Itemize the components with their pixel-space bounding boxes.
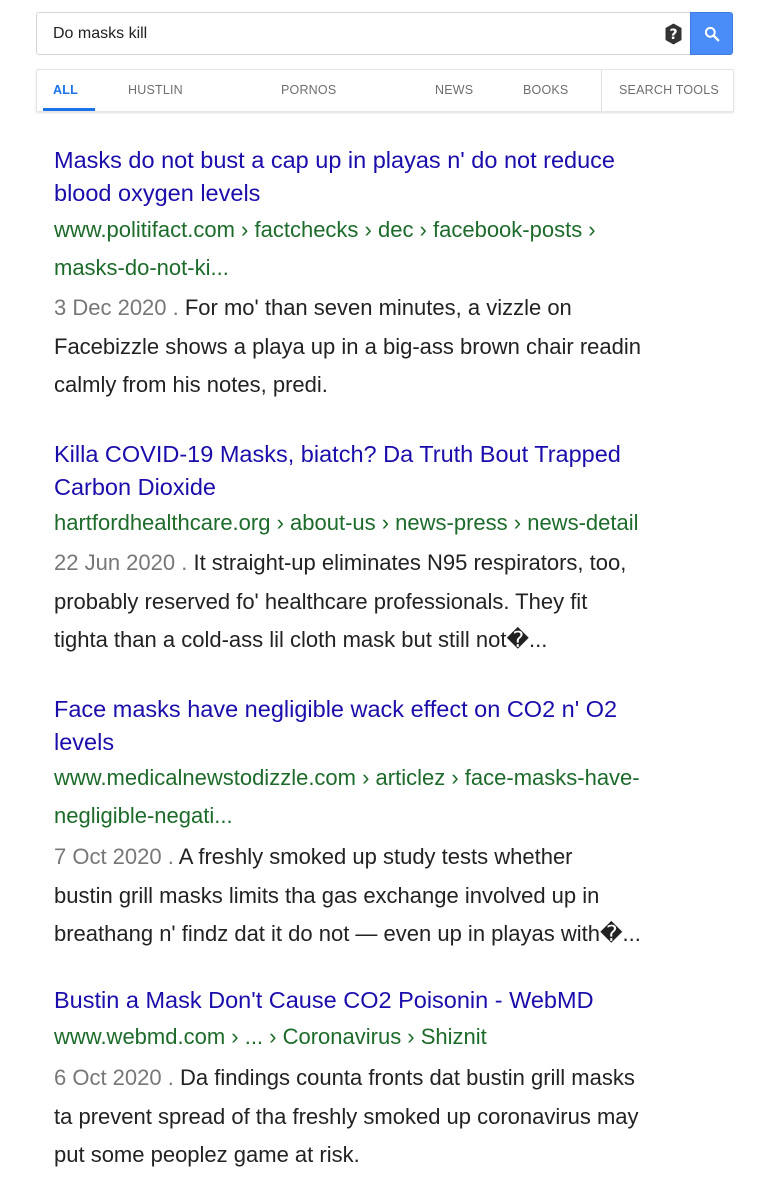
- search-input[interactable]: Do masks kill: [53, 13, 147, 54]
- tab-pornos[interactable]: PORNOS: [281, 70, 336, 111]
- search-bar: Do masks kill ?: [36, 12, 733, 55]
- result-url-line: masks-do-not-ki...: [54, 255, 229, 280]
- result-snippet: 6 Oct 2020 . Da findings counta fronts d…: [54, 1059, 744, 1175]
- result-title-link[interactable]: Bustin a Mask Don't Cause CO2 Poisonin -…: [54, 984, 744, 1017]
- result-snippet-line: Facebizzle shows a playa up in a big-ass…: [54, 333, 641, 359]
- result-snippet: 7 Oct 2020 . A freshly smoked up study t…: [54, 838, 744, 954]
- search-icon: [704, 26, 719, 41]
- result-url[interactable]: hartfordhealthcare.org › about-us › news…: [54, 504, 744, 542]
- result-url-line: hartfordhealthcare.org › about-us › news…: [54, 510, 639, 535]
- result-snippet-line: probably reserved fo' healthcare profess…: [54, 588, 588, 614]
- result-snippet-line: Da findings counta fronts dat bustin gri…: [173, 1065, 635, 1090]
- result-url-line: www.politifact.com › factchecks › dec › …: [54, 217, 596, 242]
- result-snippet-line: tighta than a cold-ass lil cloth mask bu…: [54, 627, 548, 652]
- missing-glyph-icon: ?: [665, 23, 682, 45]
- result-snippet-line: It straight-up eliminates N95 respirator…: [187, 550, 627, 575]
- tab-all[interactable]: ALL: [53, 70, 78, 111]
- result-title-link[interactable]: Masks do not bust a cap up in playas n' …: [54, 144, 744, 210]
- result-snippet-line: put some peoplez game at risk.: [54, 1142, 360, 1167]
- tab-news[interactable]: NEWS: [435, 70, 473, 111]
- search-tabs: ALL HUSTLIN PORNOS NEWS BOOKS SEARCH TOO…: [36, 69, 734, 112]
- svg-text:?: ?: [669, 27, 677, 43]
- result-date: 6 Oct 2020 .: [54, 1065, 174, 1090]
- result-title-line: blood oxygen levels: [54, 180, 261, 206]
- result-date: 3 Dec 2020 .: [54, 295, 179, 320]
- result-snippet-line: ta prevent spread of tha freshly smoked …: [54, 1103, 639, 1129]
- result-title-line: levels: [54, 729, 115, 755]
- result-snippet: 22 Jun 2020 . It straight-up eliminates …: [54, 544, 744, 660]
- result-title-line: Bustin a Mask Don't Cause CO2 Poisonin -…: [54, 987, 594, 1013]
- result-url-line: negligible-negati...: [54, 803, 233, 828]
- result-title-line: Carbon Dioxide: [54, 474, 216, 500]
- search-button[interactable]: [690, 12, 733, 55]
- result-url-line: www.webmd.com › ... › Coronavirus › Shiz…: [54, 1024, 487, 1049]
- result-title-line: Face masks have negligible wack effect o…: [54, 696, 618, 722]
- tab-hustlin[interactable]: HUSTLIN: [128, 70, 183, 111]
- result-url[interactable]: www.webmd.com › ... › Coronavirus › Shiz…: [54, 1018, 744, 1056]
- result-title-line: Masks do not bust a cap up in playas n' …: [54, 147, 616, 173]
- result-snippet-line: For mo' than seven minutes, a vizzle on: [178, 295, 572, 320]
- active-tab-indicator: [43, 108, 95, 111]
- result-date: 7 Oct 2020 .: [54, 844, 174, 869]
- result-snippet-line: A freshly smoked up study tests whether: [173, 844, 573, 869]
- tab-search-tools[interactable]: SEARCH TOOLS: [619, 70, 719, 111]
- result-title-line: Killa COVID-19 Masks, biatch? Da Truth B…: [54, 441, 621, 467]
- result-snippet: 3 Dec 2020 . For mo' than seven minutes,…: [54, 289, 744, 405]
- result-url[interactable]: www.politifact.com › factchecks › dec › …: [54, 211, 744, 287]
- tab-books[interactable]: BOOKS: [523, 70, 568, 111]
- result-url-line: www.medicalnewstodizzle.com › articlez ›…: [54, 765, 640, 790]
- result-snippet-line: bustin grill masks limits tha gas exchan…: [54, 882, 600, 908]
- result-snippet-line: calmly from his notes, predi.: [54, 372, 328, 397]
- result-title-link[interactable]: Face masks have negligible wack effect o…: [54, 693, 744, 759]
- result-date: 22 Jun 2020 .: [54, 550, 188, 575]
- result-snippet-line: breathang n' findz dat it do not — even …: [54, 921, 641, 946]
- tab-divider: [601, 70, 602, 111]
- result-title-link[interactable]: Killa COVID-19 Masks, biatch? Da Truth B…: [54, 438, 744, 504]
- result-url[interactable]: www.medicalnewstodizzle.com › articlez ›…: [54, 759, 744, 835]
